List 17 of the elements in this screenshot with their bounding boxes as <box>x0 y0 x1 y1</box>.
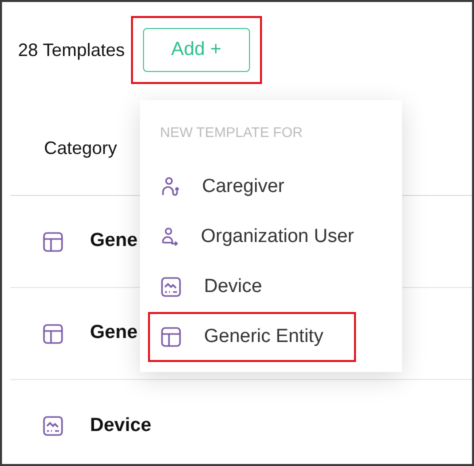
column-header[interactable]: Category <box>44 135 118 162</box>
monitor-icon <box>160 276 182 298</box>
category-name: Device <box>90 414 152 438</box>
template-count: 28 Templates <box>18 38 125 62</box>
person-icon <box>160 176 180 198</box>
menu-item[interactable]: Organization User <box>148 212 356 262</box>
layout-icon <box>42 230 64 252</box>
menu-item[interactable]: Generic Entity <box>148 312 356 362</box>
category-name: Gene <box>90 321 138 346</box>
layout-icon <box>160 326 182 348</box>
menu-item[interactable]: Caregiver <box>148 162 356 212</box>
layout-icon <box>42 322 64 344</box>
category-name: Gene <box>90 229 138 254</box>
menu-heading: NEW TEMPLATE FOR <box>159 123 304 142</box>
menu-item[interactable]: Device <box>148 262 356 312</box>
monitor-icon <box>42 415 64 437</box>
person-icon <box>160 226 179 248</box>
